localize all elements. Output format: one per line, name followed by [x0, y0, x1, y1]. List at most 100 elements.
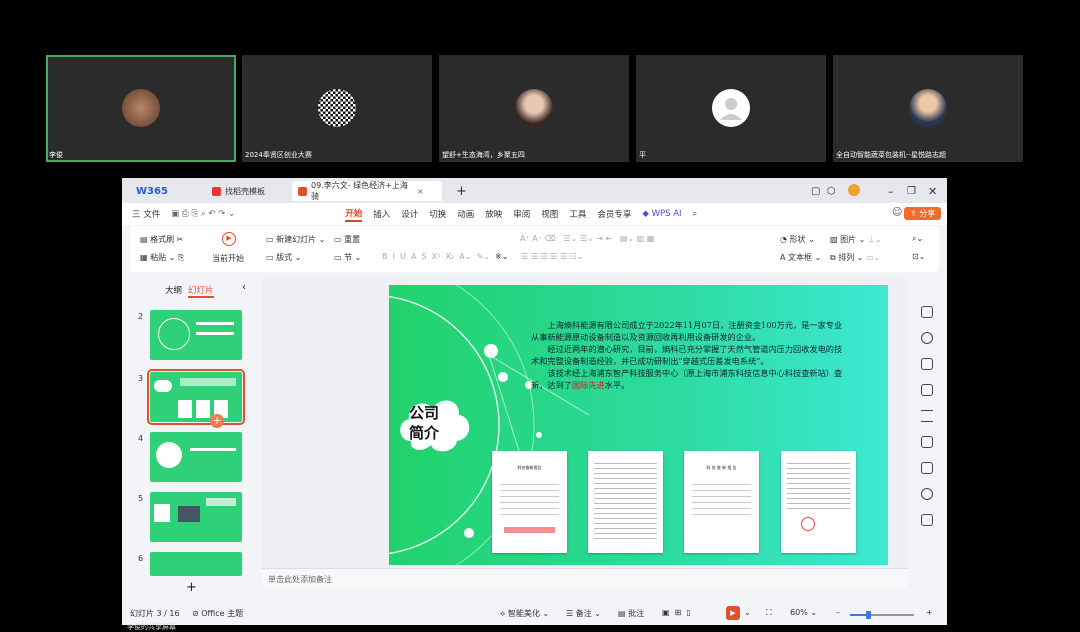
- menu-design[interactable]: 设计: [401, 208, 418, 220]
- slide-thumbnail[interactable]: [150, 310, 242, 360]
- menu-insert[interactable]: 插入: [373, 208, 390, 220]
- paste-button[interactable]: ▦ 粘贴 ⌄ ⎘: [140, 252, 184, 263]
- tab-templates[interactable]: 找稻壳模板: [206, 181, 288, 201]
- certificate-document: [781, 451, 856, 553]
- slide-title-line: 简介: [409, 424, 440, 442]
- wps-ai-button[interactable]: ◆ WPS AI: [642, 209, 681, 219]
- textbox-button[interactable]: A 文本框 ⌄: [780, 252, 821, 263]
- tab-document[interactable]: 09.李六文- 绿色经济+上海骑 ×: [292, 181, 442, 201]
- layout-label: 版式: [276, 253, 293, 262]
- slideshow-play-button[interactable]: ▶: [726, 606, 740, 620]
- zoom-slider[interactable]: [850, 611, 914, 619]
- slideshow-dropdown-icon[interactable]: ⌄: [744, 608, 751, 617]
- editing-canvas: 公司 简介 上海熵科能源有限公司成立于2022年11月07日，注册资金100万元…: [262, 278, 907, 588]
- menu-member[interactable]: 会员专享: [597, 208, 631, 220]
- menu-bar: 三 文件 ▣ ⎙ ⎘ ⌕ ↶ ↷ ⌄ 开始 插入 设计 切换 动画 放映 审阅 …: [122, 203, 947, 225]
- menu-tools[interactable]: 工具: [569, 208, 586, 220]
- window-icons: ▢ ⬡: [811, 185, 836, 197]
- restore-icon[interactable]: ❐: [901, 181, 922, 201]
- slide-counter: 幻灯片 3 / 16: [130, 609, 180, 618]
- zoom-level[interactable]: 60% ⌄: [790, 608, 817, 617]
- user-avatar[interactable]: [848, 184, 860, 196]
- menu-animation[interactable]: 动画: [457, 208, 474, 220]
- slide-company-intro[interactable]: 公司 简介 上海熵科能源有限公司成立于2022年11月07日，注册资金100万元…: [389, 285, 888, 565]
- more-icon[interactable]: [921, 514, 933, 526]
- share-button[interactable]: ⇪ 分享: [904, 207, 942, 220]
- paragraph-text: 水平。: [604, 380, 630, 390]
- smart-beautify-button[interactable]: ⟡ 智能美化 ⌄: [500, 608, 549, 619]
- section-button[interactable]: ▭ 节 ⌄: [334, 252, 361, 263]
- fit-window-icon[interactable]: ⛶: [766, 608, 772, 618]
- menu-review[interactable]: 审阅: [513, 208, 530, 220]
- close-tab-icon[interactable]: ×: [417, 187, 424, 196]
- ribbon-toolbar: ▤ 格式刷 ✂ ▦ 粘贴 ⌄ ⎘ ▶ 当前开始 ▭ 新建幻灯片 ⌄ ▭ 版式 ⌄…: [130, 226, 939, 272]
- play-icon[interactable]: ▶: [222, 232, 236, 246]
- arrange-label: 排列: [838, 253, 855, 262]
- copy-icon[interactable]: [921, 358, 933, 370]
- new-tab-button[interactable]: +: [450, 181, 473, 201]
- notes-button[interactable]: ☰ 备注 ⌄: [566, 608, 601, 619]
- picture-button[interactable]: ▨ 图片 ⌄ ⊥⌄: [830, 234, 882, 245]
- wps-brand[interactable]: W365: [130, 181, 174, 201]
- participant-tile[interactable]: 望舒+生态海湾，乡聚五四: [439, 55, 629, 162]
- slide-thumbnail[interactable]: [150, 492, 242, 542]
- view-mode-icons[interactable]: ▣ ⊞ ▯: [662, 608, 691, 617]
- slide-thumbnail[interactable]: [150, 432, 242, 482]
- section-label: 节: [344, 253, 353, 262]
- slide-thumbnail-selected[interactable]: [147, 369, 245, 425]
- search-icon[interactable]: ⌕: [693, 209, 698, 219]
- menu-transition[interactable]: 切换: [429, 208, 446, 220]
- slide-number: 3: [138, 374, 144, 383]
- outline-tab[interactable]: 大纲: [165, 284, 182, 296]
- layout-button[interactable]: ▭ 版式 ⌄: [266, 252, 301, 263]
- minimize-icon[interactable]: –: [882, 181, 900, 201]
- collapse-panel-icon[interactable]: ‹: [242, 282, 246, 293]
- reset-button[interactable]: ▭ 重置: [334, 234, 360, 245]
- book-icon[interactable]: [921, 436, 933, 448]
- zoom-slider-handle[interactable]: [866, 611, 871, 619]
- participant-tile[interactable]: 2024奉贤区创业大赛: [242, 55, 432, 162]
- select-icon[interactable]: ⊡⌄: [912, 252, 925, 261]
- help-icon[interactable]: [921, 488, 933, 500]
- add-slide-icon[interactable]: +: [210, 414, 224, 428]
- star-icon[interactable]: [921, 332, 933, 344]
- find-icon[interactable]: ⌕⌄: [912, 234, 923, 244]
- screen-share-label: 李俊的共享屏幕: [127, 623, 176, 631]
- shirt-icon[interactable]: [921, 462, 933, 474]
- new-slide-plus-button[interactable]: +: [186, 580, 197, 595]
- menu-slideshow[interactable]: 放映: [485, 208, 502, 220]
- zoom-in-button[interactable]: +: [926, 608, 933, 617]
- comment-label: 批注: [628, 609, 645, 618]
- slides-tab[interactable]: 幻灯片: [188, 284, 214, 298]
- slide-thumbnail[interactable]: [150, 552, 242, 576]
- format-painter-button[interactable]: ▤ 格式刷 ✂: [140, 234, 183, 245]
- participant-name: 2024奉贤区创业大赛: [245, 151, 312, 159]
- beautify-label: 智能美化: [507, 609, 540, 618]
- menu-home[interactable]: 开始: [345, 207, 363, 222]
- participant-name: 平: [639, 151, 646, 159]
- menu-view[interactable]: 视图: [541, 208, 558, 220]
- shape-button[interactable]: ◔ 形状 ⌄: [780, 234, 815, 245]
- right-sidebar: [909, 278, 947, 603]
- new-slide-button[interactable]: ▭ 新建幻灯片 ⌄: [266, 234, 325, 245]
- image-icon[interactable]: [921, 384, 933, 396]
- adjust-icon[interactable]: [921, 306, 933, 318]
- certificate-document: [588, 451, 663, 553]
- participant-tile[interactable]: 全自动智能蔬菜包装机--星悦路志超: [833, 55, 1023, 162]
- play-from-current-button[interactable]: 当前开始: [212, 253, 244, 264]
- participant-name: 望舒+生态海湾，乡聚五四: [442, 151, 525, 159]
- slide-number: 6: [138, 554, 144, 563]
- feedback-icon[interactable]: ☺: [892, 207, 902, 218]
- comment-button[interactable]: ▤ 批注: [618, 608, 644, 619]
- participant-tile[interactable]: 李俊: [46, 55, 236, 162]
- arrange-button[interactable]: ⧉ 排列 ⌄ ▭⌄: [830, 252, 880, 263]
- paragraph: 该技术经上海浦东智产科技服务中心（原上海市浦东科技信息中心科技查新站）查新，达到…: [531, 367, 846, 391]
- participant-tile[interactable]: 平: [636, 55, 826, 162]
- file-menu[interactable]: 三 文件: [132, 208, 160, 220]
- tools-icon[interactable]: [921, 410, 933, 422]
- notes-pane[interactable]: 单击此处添加备注: [262, 568, 907, 588]
- textbox-label: 文本框: [788, 253, 813, 262]
- zoom-out-button[interactable]: –: [836, 608, 840, 617]
- tab-label: 09.李六文- 绿色经济+上海骑: [311, 181, 408, 201]
- close-window-icon[interactable]: ✕: [922, 181, 943, 201]
